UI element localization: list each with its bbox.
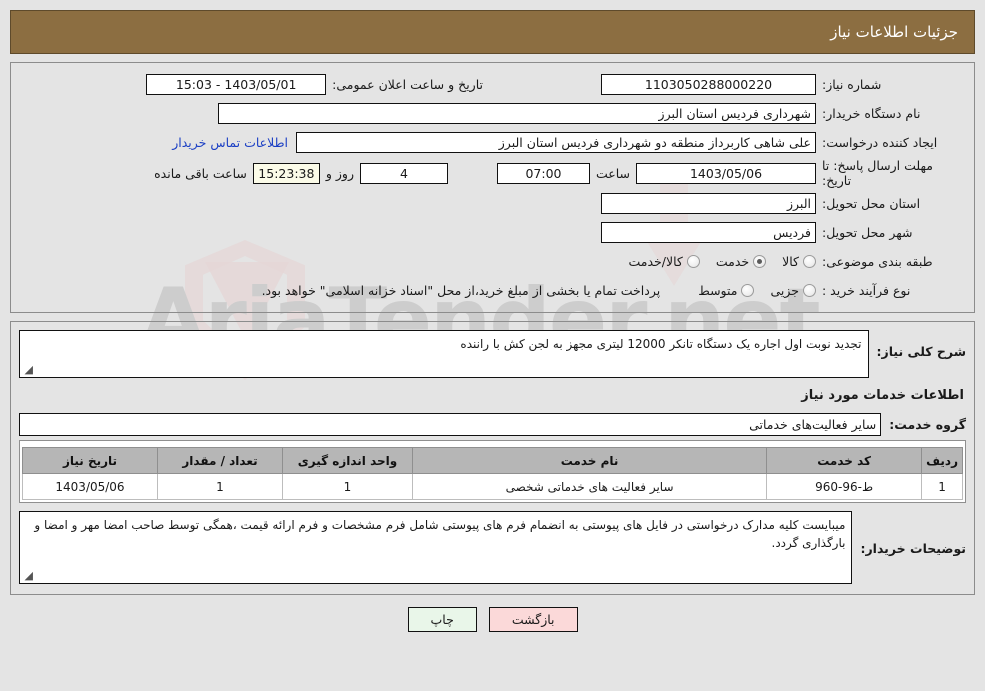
creator-label: ایجاد کننده درخواست: — [822, 134, 938, 150]
city-value: فردیس — [601, 222, 816, 243]
deadline-date-value: 1403/05/06 — [636, 162, 816, 184]
buyer-org-label: نام دستگاه خریدار: — [822, 105, 921, 121]
creator-value: علی شاهی کاربرداز منطقه دو شهرداری فردیس… — [296, 132, 816, 153]
process-label: نوع فرآیند خرید : — [822, 282, 911, 298]
row-service-group: گروه خدمت: سایر فعالیت‌های خدماتی — [19, 411, 966, 438]
row-need-number: شماره نیاز: 1103050288000220 تاریخ و ساع… — [19, 71, 966, 98]
resize-grip-icon-notes[interactable]: ◢ — [23, 570, 33, 581]
summary-value: تجدید نوبت اول اجاره یک دستگاه تانکر 120… — [460, 337, 862, 351]
buyer-notes-label: توضیحات خریدار: — [860, 541, 966, 556]
radio-motevaset-icon[interactable] — [741, 284, 755, 297]
cell-qty: 1 — [157, 473, 283, 500]
back-button[interactable]: بازگشت — [488, 607, 578, 632]
buyer-notes-value: میبایست کلیه مدارک درخواستی در فایل های … — [34, 518, 846, 550]
cell-name: سایر فعالیت های خدماتی شخصی — [411, 473, 768, 500]
countdown-value: 15:23:38 — [252, 162, 320, 184]
deadline-hour-value: 07:00 — [496, 162, 590, 184]
page-root: AriaTender.net جزئیات اطلاعات نیاز شماره… — [0, 0, 985, 691]
process-option-label-0: جزیی — [770, 283, 799, 298]
radio-kala-khedmat-icon[interactable] — [686, 255, 700, 268]
radio-kala-icon[interactable] — [803, 255, 816, 268]
deadline-label: مهلت ارسال پاسخ: تا تاریخ: — [822, 158, 933, 188]
cell-index: 1 — [921, 473, 963, 500]
radio-jozei-icon[interactable] — [803, 284, 816, 297]
category-option-label-0: کالا — [782, 254, 799, 269]
row-creator: ایجاد کننده درخواست: علی شاهی کاربرداز م… — [19, 129, 966, 156]
category-option-kala-khedmat[interactable]: کالا/خدمت — [628, 254, 700, 269]
category-option-kala[interactable]: کالا — [782, 254, 816, 269]
page-title: جزئیات اطلاعات نیاز — [830, 23, 958, 41]
row-process: نوع فرآیند خرید : جزیی متوسط پرداخت تمام… — [19, 277, 966, 304]
cell-unit: 1 — [282, 473, 413, 500]
province-value: البرز — [601, 193, 816, 214]
summary-label: شرح کلی نیاز: — [876, 344, 966, 359]
province-label: استان محل تحویل: — [822, 195, 921, 211]
process-option-motevaset[interactable]: متوسط — [698, 283, 755, 298]
col-qty: تعداد / مقدار — [157, 447, 283, 474]
need-number-label: شماره نیاز: — [822, 76, 882, 92]
process-option-jozei[interactable]: جزیی — [770, 283, 816, 298]
need-info-panel: شماره نیاز: 1103050288000220 تاریخ و ساع… — [10, 62, 975, 313]
print-button[interactable]: چاپ — [407, 607, 477, 632]
days-label: روز و — [325, 165, 354, 181]
need-detail-panel: شرح کلی نیاز: تجدید نوبت اول اجاره یک دس… — [10, 321, 975, 595]
col-date: تاریخ نیاز — [22, 447, 158, 474]
services-table-wrapper: ردیف کد خدمت نام خدمت واحد اندازه گیری ت… — [19, 440, 966, 503]
service-group-label: گروه خدمت: — [889, 417, 966, 432]
resize-grip-icon[interactable]: ◢ — [23, 364, 33, 375]
row-buyer-org: نام دستگاه خریدار: شهرداری فردیس استان ا… — [19, 100, 966, 127]
service-group-value: سایر فعالیت‌های خدماتی — [19, 413, 882, 436]
row-buyer-notes: توضیحات خریدار: میبایست کلیه مدارک درخوا… — [19, 511, 966, 584]
table-row[interactable]: 1 ط-96-960 سایر فعالیت های خدماتی شخصی 1… — [22, 473, 963, 500]
row-summary: شرح کلی نیاز: تجدید نوبت اول اجاره یک دس… — [19, 330, 966, 378]
need-number-value: 1103050288000220 — [601, 74, 816, 95]
col-index: ردیف — [921, 447, 963, 474]
col-unit: واحد اندازه گیری — [282, 447, 413, 474]
services-section-heading: اطلاعات خدمات مورد نیاز — [801, 388, 964, 403]
summary-textarea[interactable]: تجدید نوبت اول اجاره یک دستگاه تانکر 120… — [19, 330, 869, 378]
services-table: ردیف کد خدمت نام خدمت واحد اندازه گیری ت… — [22, 447, 963, 500]
buyer-notes-textarea[interactable]: میبایست کلیه مدارک درخواستی در فایل های … — [19, 511, 853, 584]
payment-note: پرداخت تمام یا بخشی از مبلغ خرید،از محل … — [261, 283, 661, 298]
announce-label: تاریخ و ساعت اعلان عمومی: — [332, 77, 483, 92]
footer-actions: بازگشت چاپ — [0, 607, 985, 632]
radio-khedmat-icon[interactable] — [753, 255, 767, 268]
table-header-row: ردیف کد خدمت نام خدمت واحد اندازه گیری ت… — [22, 447, 963, 474]
col-name: نام خدمت — [411, 447, 768, 474]
cell-code: ط-96-960 — [766, 473, 923, 500]
col-code: کد خدمت — [766, 447, 923, 474]
days-remaining-value: 4 — [359, 162, 448, 184]
countdown-label: ساعت باقی مانده — [154, 165, 247, 181]
row-category: طبقه بندی موضوعی: کالا خدمت کالا/خدمت — [19, 248, 966, 275]
row-city: شهر محل تحویل: فردیس — [19, 219, 966, 246]
row-province: استان محل تحویل: البرز — [19, 190, 966, 217]
buyer-contact-link[interactable]: اطلاعات تماس خریدار — [164, 135, 296, 150]
row-deadline: مهلت ارسال پاسخ: تا تاریخ: 1403/05/06 سا… — [19, 158, 966, 188]
city-label: شهر محل تحویل: — [822, 224, 913, 240]
process-option-label-1: متوسط — [698, 283, 738, 298]
category-option-label-1: خدمت — [715, 254, 750, 269]
category-option-label-2: کالا/خدمت — [628, 254, 683, 269]
cell-date: 1403/05/06 — [22, 473, 158, 500]
category-label: طبقه بندی موضوعی: — [822, 253, 933, 269]
hour-label: ساعت — [595, 165, 630, 181]
page-header: جزئیات اطلاعات نیاز — [10, 10, 975, 54]
category-option-khedmat[interactable]: خدمت — [715, 254, 767, 269]
announce-value: 1403/05/01 - 15:03 — [146, 74, 327, 95]
buyer-org-value: شهرداری فردیس استان البرز — [218, 103, 816, 124]
